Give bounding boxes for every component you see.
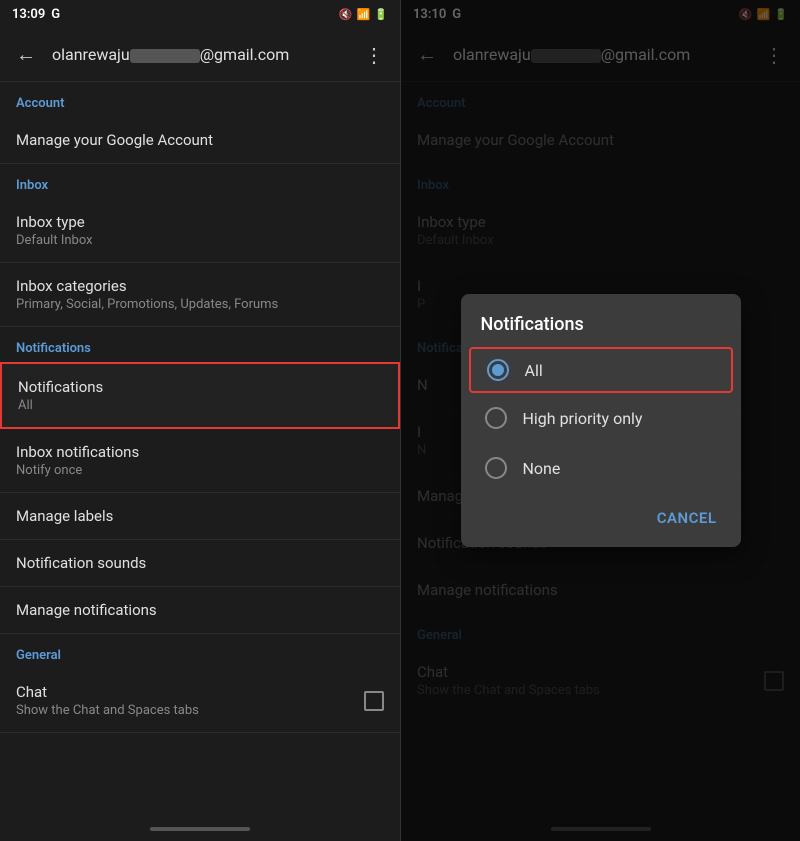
dialog-overlay: Notifications All High priority only Non… — [401, 0, 800, 841]
notifications-setting-left[interactable]: Notifications All — [0, 362, 400, 429]
dialog-option-all[interactable]: All — [469, 347, 733, 393]
section-label-inbox-left: Inbox — [0, 164, 400, 199]
section-label-general-left: General — [0, 634, 400, 669]
email-left: olanrewaju@gmail.com — [52, 45, 348, 64]
manage-labels-left[interactable]: Manage labels — [0, 493, 400, 540]
dialog-option-high-priority[interactable]: High priority only — [461, 393, 741, 443]
time-left: 13:09 — [12, 7, 45, 22]
back-button-left[interactable]: ← — [8, 34, 44, 75]
manage-google-account-left[interactable]: Manage your Google Account — [0, 117, 400, 164]
status-bar-left: 13:09 G 🔇 📶 🔋 — [0, 0, 400, 28]
settings-list-left: Account Manage your Google Account Inbox… — [0, 82, 400, 817]
mute-icon-left: 🔇 — [339, 8, 353, 21]
option-high-priority-label: High priority only — [523, 409, 643, 428]
home-indicator-left — [0, 817, 400, 841]
option-all-label: All — [525, 361, 543, 380]
option-none-label: None — [523, 459, 561, 478]
inbox-notifications-left[interactable]: Inbox notifications Notify once — [0, 429, 400, 493]
right-panel: 13:10 G 🔇 📶 🔋 ← olanrewaju@gmail.com ⋮ A… — [400, 0, 800, 841]
manage-notifications-left[interactable]: Manage notifications — [0, 587, 400, 634]
radio-none — [485, 457, 507, 479]
dialog-actions: Cancel — [461, 493, 741, 547]
email-redact-left — [130, 49, 200, 63]
cancel-button[interactable]: Cancel — [645, 501, 729, 535]
radio-inner-all — [492, 364, 504, 376]
radio-all — [487, 359, 509, 381]
section-label-account-left: Account — [0, 82, 400, 117]
chat-left[interactable]: Chat Show the Chat and Spaces tabs — [0, 669, 400, 733]
dialog-option-none[interactable]: None — [461, 443, 741, 493]
notification-sounds-left[interactable]: Notification sounds — [0, 540, 400, 587]
top-bar-left: ← olanrewaju@gmail.com ⋮ — [0, 28, 400, 82]
inbox-categories-left[interactable]: Inbox categories Primary, Social, Promot… — [0, 263, 400, 327]
battery-icon-left: 🔋 — [374, 8, 388, 21]
chat-checkbox-left[interactable] — [364, 691, 384, 711]
menu-button-left[interactable]: ⋮ — [356, 35, 392, 75]
carrier-left: G — [51, 7, 60, 22]
left-panel: 13:09 G 🔇 📶 🔋 ← olanrewaju@gmail.com ⋮ A… — [0, 0, 400, 841]
signal-icon-left: 📶 — [357, 8, 371, 21]
inbox-type-left[interactable]: Inbox type Default Inbox — [0, 199, 400, 263]
radio-high-priority — [485, 407, 507, 429]
notifications-dialog: Notifications All High priority only Non… — [461, 294, 741, 547]
section-label-notifications-left: Notifications — [0, 327, 400, 362]
dialog-title: Notifications — [461, 294, 741, 347]
